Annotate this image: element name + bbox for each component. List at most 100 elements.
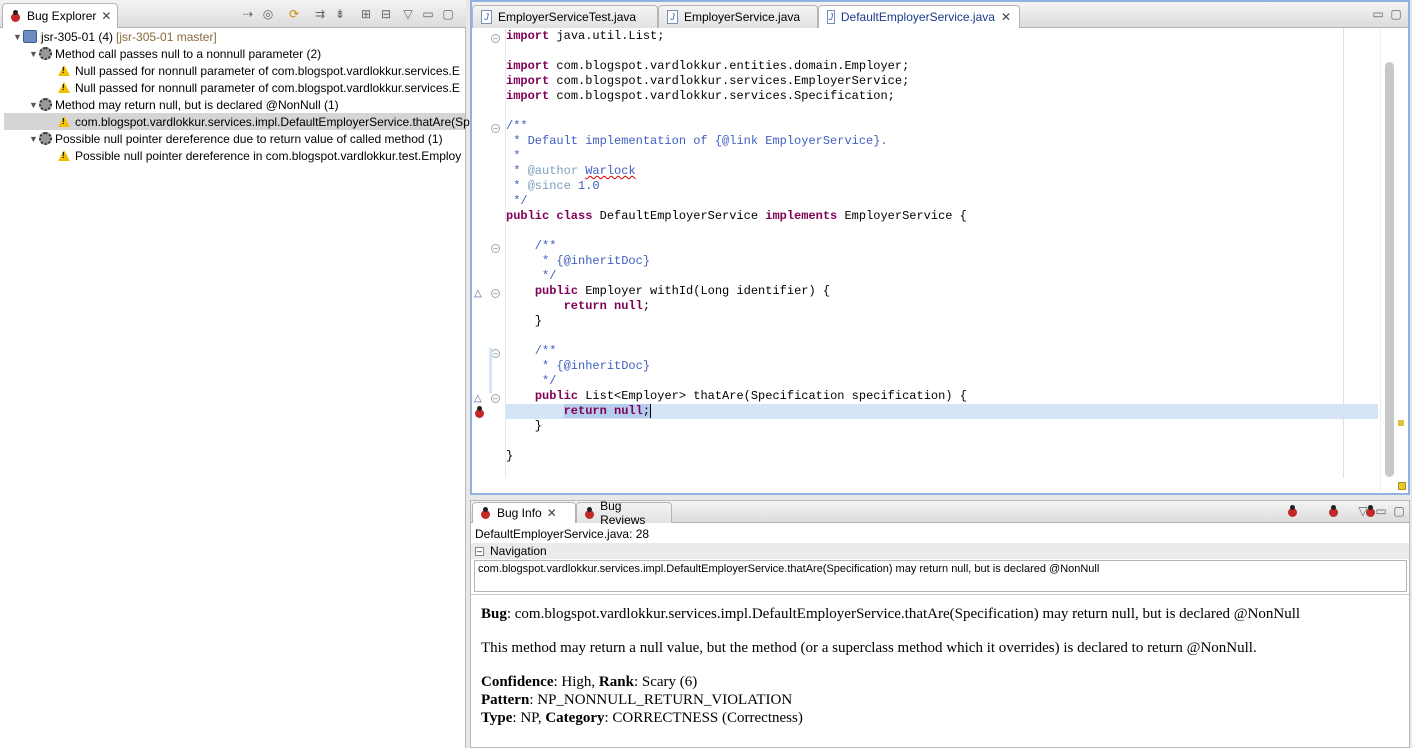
view-menu-icon[interactable]: ▽ (1355, 503, 1371, 519)
code-line-current: return null; (506, 404, 1378, 419)
tree-item-category[interactable]: ▼ Method call passes null to a nonnull p… (28, 45, 321, 62)
project-label: jsr-305-01 (4) (41, 29, 114, 44)
tab-employer-service[interactable]: J EmployerService.java (658, 5, 818, 28)
code-line: public List<Employer> thatAre(Specificat… (534, 389, 967, 403)
refresh-icon[interactable]: ⟳ (286, 6, 302, 22)
bug-marker-icon[interactable] (473, 406, 486, 419)
tab-employer-service-test[interactable]: J EmployerServiceTest.java (472, 5, 658, 28)
editor-ruler: – – – – – – △ △ (472, 28, 504, 493)
tree-item-bug[interactable]: ! Null passed for nonnull parameter of c… (58, 79, 460, 96)
code-area[interactable]: import java.util.List; import com.blogsp… (505, 28, 1378, 478)
close-icon[interactable]: ✕ (101, 9, 111, 23)
tree-item-label: Null passed for nonnull parameter of com… (75, 80, 460, 95)
collapse-all-icon[interactable]: ⊟ (378, 6, 394, 22)
bug-location: DefaultEmployerService.java: 28 (475, 527, 650, 541)
maximize-icon[interactable]: ▢ (1391, 503, 1407, 519)
tab-default-employer-service[interactable]: J DefaultEmployerService.java ✕ (818, 5, 1020, 28)
fold-icon[interactable]: – (491, 244, 500, 253)
maximize-icon[interactable]: ▢ (1388, 6, 1404, 22)
expand-twisty-icon[interactable]: ▼ (12, 32, 23, 42)
java-file-icon: J (667, 10, 678, 24)
navigation-item[interactable]: com.blogspot.vardlokkur.services.impl.De… (478, 563, 1099, 575)
tree-item-bug[interactable]: ! Null passed for nonnull parameter of c… (58, 62, 460, 79)
code-line: } (506, 419, 543, 433)
fold-icon[interactable]: – (491, 349, 500, 358)
fold-icon[interactable]: – (491, 289, 500, 298)
bug-pattern-icon (39, 132, 52, 145)
override-marker-icon[interactable]: △ (474, 393, 482, 404)
tree-item-category[interactable]: ▼ Possible null pointer dereference due … (28, 130, 443, 147)
code-line: /** (506, 344, 557, 358)
code-line: } (506, 449, 514, 463)
warning-icon: ! (58, 116, 70, 127)
expand-all-icon[interactable]: ⊞ (358, 6, 374, 22)
navigation-list[interactable]: com.blogspot.vardlokkur.services.impl.De… (474, 560, 1407, 592)
maximize-icon[interactable]: ▢ (440, 6, 456, 22)
minimize-icon[interactable]: ▭ (1373, 503, 1389, 519)
tab-bug-reviews[interactable]: Bug Reviews (576, 499, 672, 527)
problem-summary-marker[interactable] (1398, 482, 1406, 490)
fold-icon[interactable]: – (491, 124, 500, 133)
project-branch: [jsr-305-01 master] (116, 29, 217, 44)
warning-icon: ! (58, 150, 70, 161)
bug-confidence-rank: Confidence: High, Rank: Scary (6) (481, 674, 698, 690)
tab-label: DefaultEmployerService.java (840, 10, 995, 24)
fold-icon[interactable]: – (491, 34, 500, 43)
bug-details: Bug: com.blogspot.vardlokkur.services.im… (471, 594, 1409, 748)
code-line: public Employer withId(Long identifier) … (534, 284, 831, 298)
scrollbar-thumb[interactable] (1385, 62, 1394, 477)
code-line: import java.util.List; (506, 29, 665, 43)
tree-item-project[interactable]: ▼ jsr-305-01 (4) [jsr-305-01 master] (12, 28, 217, 45)
bug-explorer-toolbar: ⇢ ◎ ⟳ ⇉ ⇟ ⊞ ⊟ ▽ ▭ ▢ (240, 6, 456, 22)
tree-item-bug[interactable]: ! Possible null pointer dereference in c… (58, 147, 461, 164)
configure-icon[interactable]: ⇟ (332, 6, 348, 22)
group-icon[interactable]: ◎ (260, 6, 276, 22)
code-line: * (506, 149, 521, 163)
code-line: public class DefaultEmployerService impl… (506, 209, 967, 223)
sort-icon[interactable]: ⇉ (312, 6, 328, 22)
tab-bug-info[interactable]: Bug Info ✕ (472, 502, 576, 523)
java-file-icon: J (827, 10, 835, 24)
warning-icon: ! (58, 82, 70, 93)
tree-item-bug-selected[interactable]: ! com.blogspot.vardlokkur.services.impl.… (4, 113, 470, 130)
minimize-icon[interactable]: ▭ (1370, 6, 1386, 22)
filter-icon[interactable]: ⇢ (240, 6, 256, 22)
tree-item-label: Possible null pointer dereference in com… (75, 148, 462, 163)
bug-description: This method may return a null value, but… (481, 640, 1257, 656)
warning-overview-marker[interactable] (1398, 420, 1404, 426)
code-line: import com.blogspot.vardlokkur.services.… (506, 89, 895, 103)
fold-icon[interactable]: – (491, 394, 500, 403)
code-line: import com.blogspot.vardlokkur.entities.… (506, 59, 910, 73)
bug-pattern: Pattern: NP_NONNULL_RETURN_VIOLATION (481, 692, 793, 708)
tab-bug-explorer[interactable]: Bug Explorer ✕ (2, 3, 119, 28)
tree-item-label: Possible null pointer dereference due to… (55, 131, 443, 146)
tab-label: Bug Info (497, 506, 542, 520)
bug-explorer-view: Bug Explorer ✕ ⇢ ◎ ⟳ ⇉ ⇟ ⊞ ⊟ ▽ ▭ ▢ ▼ jsr… (0, 0, 470, 748)
bug-explorer-tabbar: Bug Explorer ✕ ⇢ ◎ ⟳ ⇉ ⇟ ⊞ ⊟ ▽ ▭ ▢ (0, 0, 466, 28)
expand-twisty-icon[interactable]: ▼ (28, 100, 39, 110)
navigation-section-header[interactable]: – Navigation (471, 543, 1409, 559)
collapse-icon[interactable]: – (475, 546, 484, 556)
bug-info-view: Bug Info ✕ Bug Reviews ▽ ▭ ▢ DefaultEmpl… (470, 499, 1410, 748)
bug-action-icon[interactable] (1327, 505, 1340, 518)
override-marker-icon[interactable]: △ (474, 288, 482, 299)
minimize-icon[interactable]: ▭ (420, 6, 436, 22)
code-editor: J EmployerServiceTest.java J EmployerSer… (470, 0, 1410, 495)
bug-icon (479, 506, 492, 520)
code-line: /** (506, 239, 557, 253)
view-menu-icon[interactable]: ▽ (400, 6, 416, 22)
expand-twisty-icon[interactable]: ▼ (28, 49, 39, 59)
tree-item-label: Method call passes null to a nonnull par… (55, 46, 322, 61)
code-line: */ (506, 194, 528, 208)
bug-pattern-icon (39, 98, 52, 111)
tree-item-category[interactable]: ▼ Method may return null, but is declare… (28, 96, 339, 113)
bug-icon (9, 9, 22, 23)
bug-info-tabbar: Bug Info ✕ Bug Reviews ▽ ▭ ▢ (471, 499, 1409, 527)
tab-label: EmployerServiceTest.java (498, 10, 637, 24)
project-icon (23, 30, 37, 43)
close-icon[interactable]: ✕ (547, 506, 557, 520)
bug-action-icon[interactable] (1286, 505, 1299, 518)
close-icon[interactable]: ✕ (1001, 10, 1011, 24)
tree-item-label: Null passed for nonnull parameter of com… (75, 63, 460, 78)
expand-twisty-icon[interactable]: ▼ (28, 134, 39, 144)
